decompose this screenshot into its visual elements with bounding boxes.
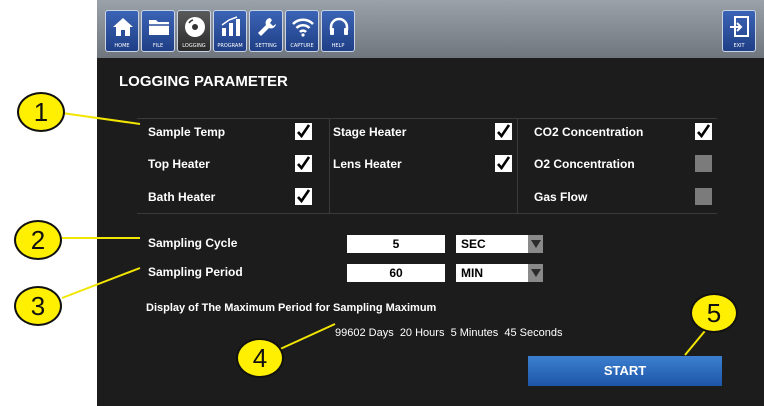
top-heater-label: Top Heater bbox=[148, 157, 210, 171]
sampling-cycle-unit-select[interactable]: SEC bbox=[456, 235, 543, 253]
exit-button[interactable]: EXIT bbox=[722, 10, 756, 52]
grid-line bbox=[137, 213, 717, 214]
file-button[interactable]: FILE bbox=[141, 10, 175, 52]
program-label: PROGRAM bbox=[217, 43, 243, 49]
logging-button[interactable]: LOGGING bbox=[177, 10, 211, 52]
bar-chart-icon bbox=[221, 16, 240, 36]
setting-label: SETTING bbox=[255, 43, 277, 49]
sampling-period-input[interactable]: 60 bbox=[347, 264, 445, 282]
gas-flow-checkbox[interactable] bbox=[695, 188, 712, 205]
exit-label: EXIT bbox=[733, 43, 745, 49]
stage-heater-label: Stage Heater bbox=[333, 125, 407, 139]
dropdown-arrow-icon[interactable] bbox=[528, 235, 543, 253]
sampling-period-label: Sampling Period bbox=[148, 265, 243, 279]
checkmark-icon bbox=[297, 189, 310, 203]
checkmark-icon bbox=[297, 156, 310, 170]
wrench-icon bbox=[258, 18, 276, 36]
setting-button[interactable]: SETTING bbox=[249, 10, 283, 52]
o2-label: O2 Concentration bbox=[534, 157, 635, 171]
disc-icon bbox=[185, 17, 205, 37]
callout-5: 5 bbox=[690, 293, 738, 333]
headset-icon bbox=[329, 17, 349, 35]
sampling-cycle-unit-value: SEC bbox=[461, 237, 486, 251]
grid-line bbox=[137, 118, 717, 119]
callout-3: 3 bbox=[14, 286, 62, 326]
bath-heater-checkbox[interactable] bbox=[295, 188, 312, 205]
exit-icon bbox=[730, 16, 749, 37]
start-button[interactable]: START bbox=[528, 356, 722, 386]
dropdown-arrow-icon[interactable] bbox=[528, 264, 543, 282]
sampling-cycle-input[interactable]: 5 bbox=[347, 235, 445, 253]
home-icon bbox=[113, 18, 133, 36]
max-period-value: 99602 Days 20 Hours 5 Minutes 45 Seconds bbox=[335, 327, 563, 339]
capture-label: CAPTURE bbox=[290, 43, 314, 49]
sample-temp-label: Sample Temp bbox=[148, 125, 226, 139]
o2-checkbox[interactable] bbox=[695, 155, 712, 172]
wifi-icon bbox=[292, 18, 314, 37]
stage-heater-checkbox[interactable] bbox=[495, 123, 512, 140]
sampling-period-unit-value: MIN bbox=[461, 266, 483, 280]
help-label: HELP bbox=[331, 43, 345, 49]
sample-temp-checkbox[interactable] bbox=[295, 123, 312, 140]
page-title: LOGGING PARAMETER bbox=[119, 73, 288, 90]
co2-checkbox[interactable] bbox=[695, 123, 712, 140]
checkmark-icon bbox=[497, 156, 510, 170]
grid-line bbox=[329, 118, 330, 213]
top-heater-checkbox[interactable] bbox=[295, 155, 312, 172]
logging-window: HOME FILE LOGGING PROGRAM SETTING CAPTUR… bbox=[97, 0, 764, 406]
toolbar: HOME FILE LOGGING PROGRAM SETTING CAPTUR… bbox=[97, 0, 764, 58]
checkmark-icon bbox=[697, 124, 710, 138]
lens-heater-label: Lens Heater bbox=[333, 157, 402, 171]
checkmark-icon bbox=[497, 124, 510, 138]
home-label: HOME bbox=[114, 43, 130, 49]
callout-4: 4 bbox=[236, 338, 284, 378]
bath-heater-label: Bath Heater bbox=[148, 190, 216, 204]
file-label: FILE bbox=[152, 43, 164, 49]
program-button[interactable]: PROGRAM bbox=[213, 10, 247, 52]
max-period-label: Display of The Maximum Period for Sampli… bbox=[146, 302, 437, 314]
folder-icon bbox=[149, 20, 169, 35]
capture-button[interactable]: CAPTURE bbox=[285, 10, 319, 52]
co2-label: CO2 Concentration bbox=[534, 125, 644, 139]
callout-1: 1 bbox=[17, 92, 65, 132]
logging-label: LOGGING bbox=[182, 43, 206, 49]
lens-heater-checkbox[interactable] bbox=[495, 155, 512, 172]
sampling-period-unit-select[interactable]: MIN bbox=[456, 264, 543, 282]
grid-line bbox=[517, 118, 518, 213]
help-button[interactable]: HELP bbox=[321, 10, 355, 52]
gas-flow-label: Gas Flow bbox=[534, 190, 588, 204]
checkmark-icon bbox=[297, 124, 310, 138]
home-button[interactable]: HOME bbox=[105, 10, 139, 52]
sampling-cycle-label: Sampling Cycle bbox=[148, 236, 238, 250]
callout-2: 2 bbox=[14, 220, 62, 260]
